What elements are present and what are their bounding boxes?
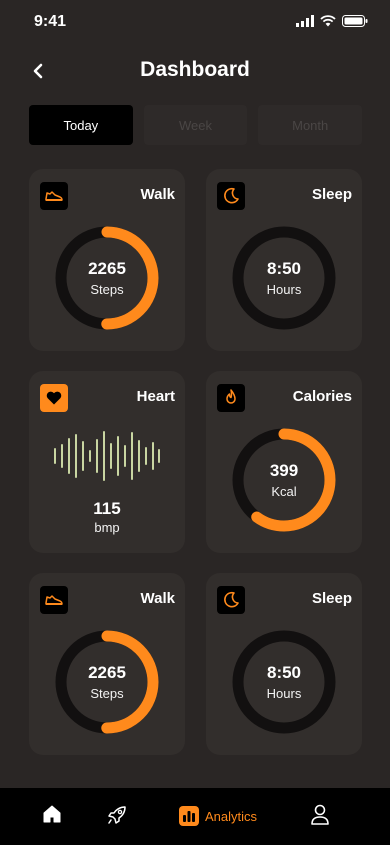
nav-home[interactable] [42, 804, 62, 829]
moon-icon [224, 591, 239, 608]
header: Dashboard [0, 52, 390, 92]
ring-value: 399 [269, 461, 299, 480]
ring-unit: Steps [90, 282, 124, 297]
card-title: Sleep [311, 186, 352, 203]
sleep-card[interactable]: Sleep 8:50 Hours [206, 169, 362, 351]
sleep-icon-box [217, 586, 245, 614]
card-title: Sleep [311, 590, 352, 607]
sleep-card[interactable]: Sleep 8:50 Hours [206, 573, 362, 755]
shoe-icon [45, 595, 63, 605]
nav-analytics-label: Analytics [205, 808, 258, 824]
walk-card[interactable]: Walk 2265 Steps [29, 169, 185, 351]
tab-week[interactable]: Week [143, 105, 248, 145]
ring-unit: Steps [90, 686, 124, 701]
ring-value: 8:50 [266, 259, 302, 278]
heart-rate-unit: bmp [94, 520, 120, 535]
nav-analytics[interactable]: Analytics [179, 806, 257, 826]
period-tabs: Today Week Month [29, 105, 363, 145]
status-time: 9:41 [34, 13, 67, 30]
heart-waveform [54, 431, 160, 481]
walk-icon-box [40, 586, 68, 614]
home-icon [43, 805, 61, 823]
rocket-icon [108, 806, 126, 824]
tab-month[interactable]: Month [258, 105, 363, 145]
shoe-icon [45, 191, 63, 201]
card-title: Walk [140, 186, 175, 203]
walk-icon-box [40, 182, 68, 210]
sleep-icon-box [217, 182, 245, 210]
signal-icon [296, 15, 314, 27]
wifi-icon [320, 15, 336, 27]
ring-value: 2265 [88, 259, 126, 278]
nav-profile[interactable] [310, 804, 330, 831]
card-title: Walk [140, 590, 175, 607]
heart-card[interactable]: Heart 115 bmp [29, 371, 185, 553]
calories-card[interactable]: Calories 399 Kcal [206, 371, 362, 553]
ring-unit: Hours [266, 282, 302, 297]
card-title: Calories [292, 388, 352, 405]
battery-icon [342, 15, 368, 27]
walk-card[interactable]: Walk 2265 Steps [29, 573, 185, 755]
nav-explore[interactable] [106, 804, 128, 831]
ring-unit: Hours [266, 686, 302, 701]
card-title: Heart [136, 388, 175, 405]
analytics-icon [179, 806, 199, 826]
ring-value: 2265 [88, 663, 126, 682]
ring-unit: Kcal [271, 484, 297, 499]
heart-icon-box [40, 384, 68, 412]
flame-icon [226, 389, 236, 404]
bottom-nav: Analytics [0, 788, 390, 845]
ring-value: 8:50 [266, 663, 302, 682]
heart-rate-value: 115 [93, 499, 121, 518]
status-bar: 9:41 [0, 0, 390, 44]
user-icon [311, 804, 329, 825]
page-title: Dashboard [140, 58, 250, 81]
heart-icon [46, 391, 62, 405]
moon-icon [224, 187, 239, 204]
status-icons [296, 15, 368, 27]
calories-icon-box [217, 384, 245, 412]
tab-today[interactable]: Today [29, 105, 133, 145]
